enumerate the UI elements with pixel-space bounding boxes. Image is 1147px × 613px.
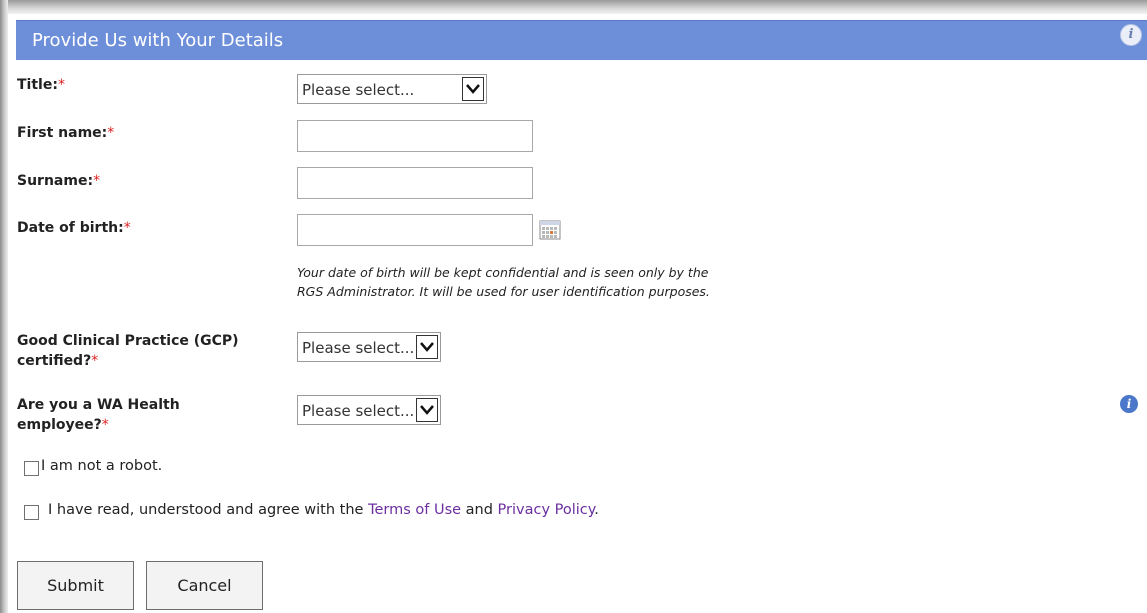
chevron-down-icon[interactable] xyxy=(462,77,484,101)
required-mark: * xyxy=(123,220,131,236)
title-select[interactable]: Please select... xyxy=(297,74,487,104)
robot-label: I am not a robot. xyxy=(41,458,163,474)
dob-note-line1: Your date of birth will be kept confiden… xyxy=(297,265,709,280)
dob-field[interactable] xyxy=(297,214,533,246)
gcp-select-value: Please select... xyxy=(302,339,415,357)
surname-label-text: Surname: xyxy=(17,173,94,189)
required-mark: * xyxy=(107,125,115,141)
gcp-label-line1: Good Clinical Practice (GCP) xyxy=(17,333,239,349)
dob-confidential-note: Your date of birth will be kept confiden… xyxy=(297,263,817,301)
wa-health-label: Are you a WA Health employee?* xyxy=(17,395,180,435)
submit-button[interactable]: Submit xyxy=(17,561,134,610)
page-title: Provide Us with Your Details xyxy=(32,30,284,51)
dob-label: Date of birth:* xyxy=(17,218,131,238)
first-name-field[interactable] xyxy=(297,120,533,152)
window-border-left xyxy=(0,0,8,613)
info-icon[interactable]: i xyxy=(1120,395,1138,413)
first-name-label: First name:* xyxy=(17,123,114,143)
help-info-icon[interactable]: i xyxy=(1120,24,1142,46)
form-window: Provide Us with Your Details i Title:* P… xyxy=(0,0,1147,613)
required-mark: * xyxy=(57,77,65,93)
terms-and: and xyxy=(461,502,498,518)
surname-label: Surname:* xyxy=(17,171,100,191)
gcp-select[interactable]: Please select... xyxy=(297,332,441,362)
chevron-down-icon[interactable] xyxy=(416,398,438,422)
chevron-down-icon[interactable] xyxy=(416,335,438,359)
robot-checkbox[interactable] xyxy=(24,461,39,476)
first-name-label-text: First name: xyxy=(17,125,108,141)
gcp-label: Good Clinical Practice (GCP) certified?* xyxy=(17,331,239,371)
wa-health-select[interactable]: Please select... xyxy=(297,395,441,425)
dob-note-line2: RGS Administrator. It will be used for u… xyxy=(297,284,710,299)
surname-field[interactable] xyxy=(297,167,533,199)
gcp-label-line2: certified? xyxy=(17,353,92,369)
privacy-policy-link[interactable]: Privacy Policy xyxy=(498,502,595,518)
calendar-icon[interactable] xyxy=(539,220,561,240)
form-header: Provide Us with Your Details xyxy=(16,20,1147,60)
terms-suffix: . xyxy=(594,502,599,518)
wa-label-line1: Are you a WA Health xyxy=(17,397,180,413)
required-mark: * xyxy=(93,173,101,189)
terms-of-use-link[interactable]: Terms of Use xyxy=(368,502,461,518)
terms-label: I have read, understood and agree with t… xyxy=(48,502,599,518)
wa-label-line2: employee? xyxy=(17,417,102,433)
required-mark: * xyxy=(101,417,109,433)
title-select-value: Please select... xyxy=(302,81,415,99)
cancel-button[interactable]: Cancel xyxy=(146,561,263,610)
terms-prefix: I have read, understood and agree with t… xyxy=(48,502,369,518)
terms-checkbox[interactable] xyxy=(24,505,39,520)
title-label: Title:* xyxy=(17,75,65,95)
dob-label-text: Date of birth: xyxy=(17,220,124,236)
required-mark: * xyxy=(91,353,99,369)
window-border-top xyxy=(0,0,1147,14)
title-label-text: Title: xyxy=(17,77,58,93)
wa-health-select-value: Please select... xyxy=(302,402,415,420)
